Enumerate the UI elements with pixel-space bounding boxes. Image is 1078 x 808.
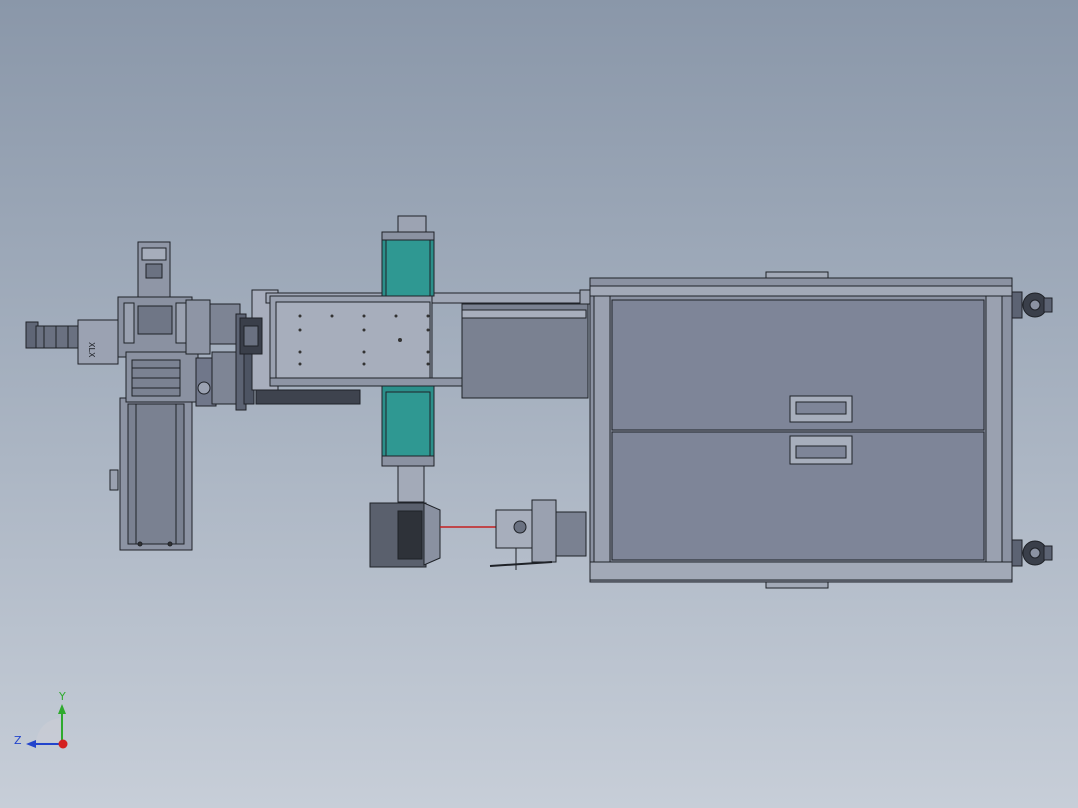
z-axis-label: Z xyxy=(14,734,22,747)
caster-wheel-bottom[interactable] xyxy=(1011,539,1053,567)
y-axis-label: Y xyxy=(58,690,66,703)
main-cabinet[interactable] xyxy=(589,271,1013,589)
drawer-handle-top[interactable] xyxy=(789,395,853,423)
laser-head[interactable] xyxy=(369,502,496,568)
caster-wheel-top[interactable] xyxy=(1011,291,1053,319)
servo-motor-left[interactable]: XLX xyxy=(25,319,119,365)
view-triad[interactable]: Y Z xyxy=(14,690,68,749)
y-arrow-head-icon xyxy=(58,704,66,714)
drawer-handle-bottom[interactable] xyxy=(789,435,853,465)
small-rotary-table[interactable] xyxy=(489,499,587,570)
x-axis-dot xyxy=(58,739,68,749)
assembly-model[interactable]: XLX Y Z xyxy=(0,0,1078,808)
part-label: XLX xyxy=(87,342,96,358)
cad-viewport[interactable]: XLX Y Z xyxy=(0,0,1078,808)
z-arrow-head-icon xyxy=(26,740,36,748)
